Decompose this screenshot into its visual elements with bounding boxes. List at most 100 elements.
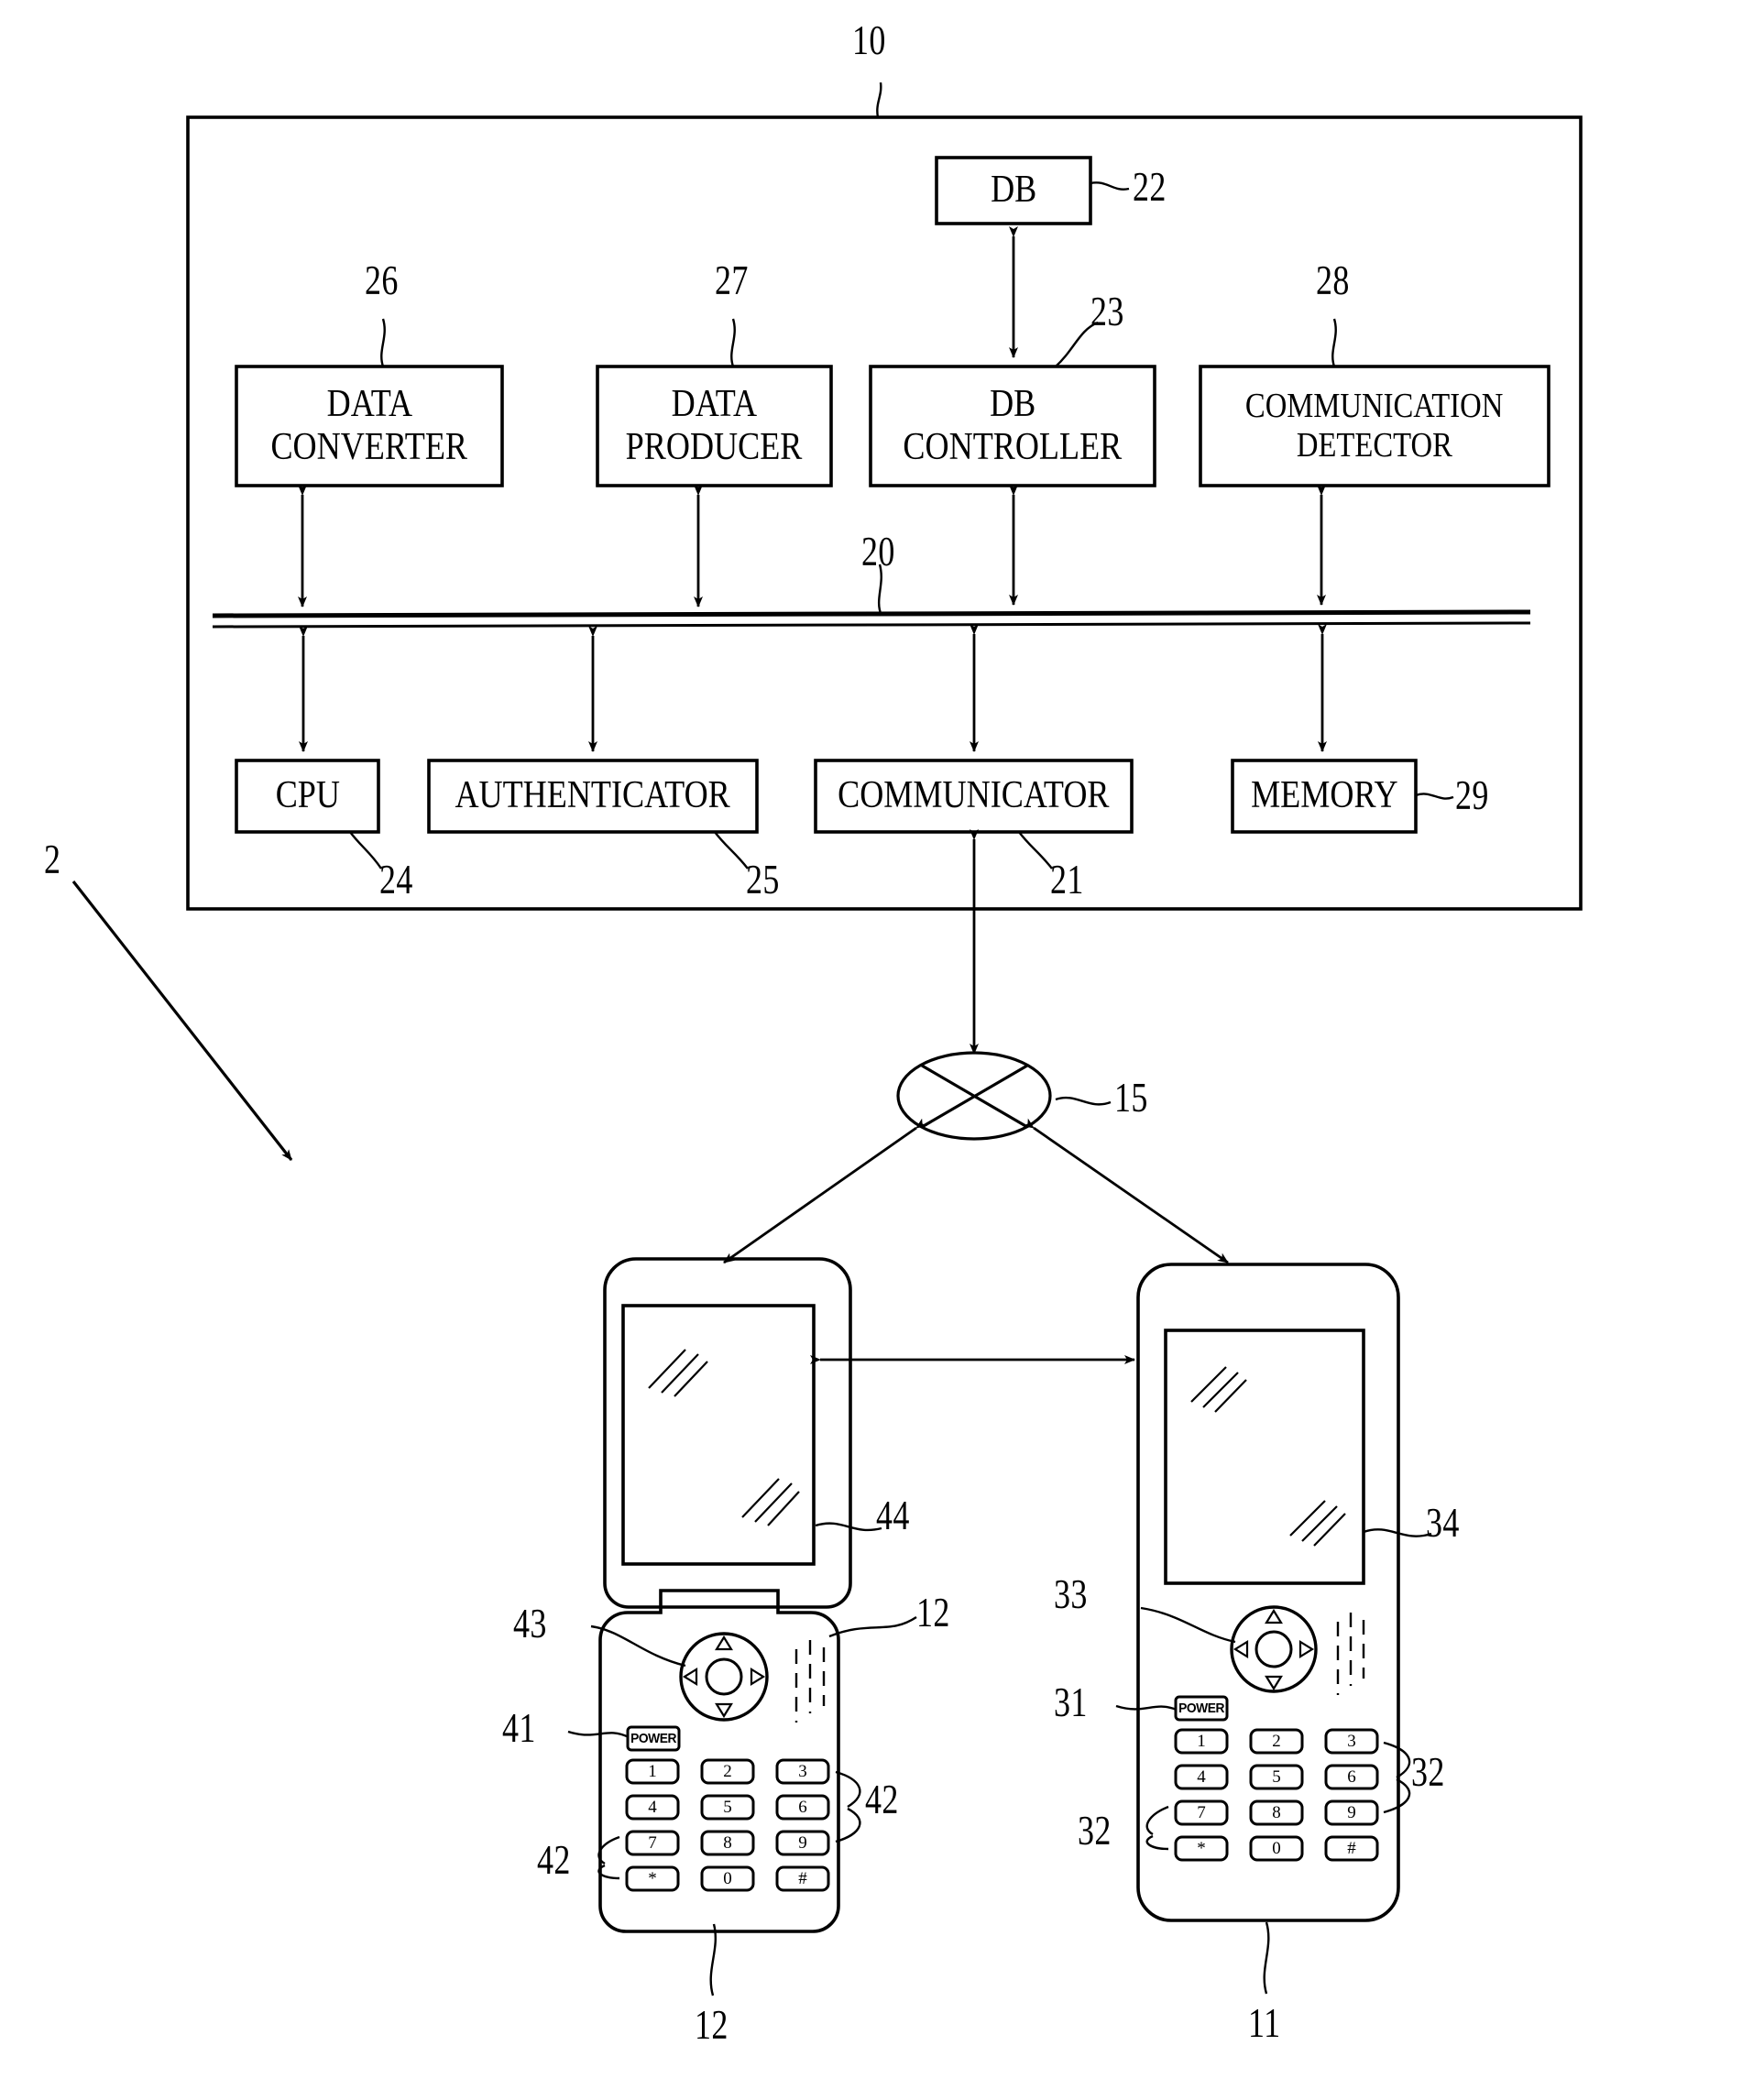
block-label-db-controller: DB CONTROLLER: [871, 366, 1155, 486]
ref-44: 44: [876, 1493, 910, 1538]
communicator-label-text: COMMUNICATOR: [838, 774, 1110, 817]
flipphone-key-star[interactable]: *: [627, 1867, 678, 1890]
barphone-key-3[interactable]: 3: [1326, 1730, 1377, 1753]
leader-42-left-a: [597, 1835, 620, 1865]
flipphone-key-8[interactable]: 8: [702, 1832, 753, 1854]
leader-12-top: [828, 1616, 917, 1638]
flipphone-key-0[interactable]: 0: [702, 1867, 753, 1890]
barphone-navpad-right-arrow: [1298, 1640, 1315, 1658]
flipphone-key-7[interactable]: 7: [627, 1832, 678, 1854]
barphone-navpad-up-arrow: [1265, 1608, 1283, 1624]
data-converter-line1: DATA: [326, 382, 412, 425]
flipphone-navpad-outer: [679, 1632, 769, 1722]
barphone-key-7[interactable]: 7: [1176, 1801, 1227, 1824]
flipphone-key-9[interactable]: 9: [777, 1832, 828, 1854]
leader-43: [590, 1624, 686, 1668]
leader-32-right-b: [1383, 1777, 1411, 1814]
barphone-key-1[interactable]: 1: [1176, 1730, 1227, 1753]
data-producer-line1: DATA: [671, 382, 758, 425]
leader-10: [876, 82, 882, 118]
block-label-authenticator: AUTHENTICATOR: [429, 760, 757, 832]
flipphone-navpad-up-arrow: [715, 1635, 733, 1651]
ref-41: 41: [502, 1705, 536, 1751]
leader-32-left-b: [1145, 1834, 1169, 1851]
leader-25: [714, 831, 749, 870]
leader-22: [1090, 181, 1130, 191]
leader-15: [1055, 1096, 1112, 1106]
barphone-key-4[interactable]: 4: [1176, 1766, 1227, 1788]
barphone-key-2[interactable]: 2: [1251, 1730, 1302, 1753]
barphone-display: [1164, 1329, 1365, 1585]
flipphone-key-hash[interactable]: #: [777, 1867, 828, 1890]
ref-22: 22: [1133, 164, 1167, 210]
ref-2: 2: [44, 837, 61, 882]
flipphone-navpad-down-arrow: [715, 1702, 733, 1719]
communication-detector-line1: COMMUNICATION: [1245, 387, 1504, 426]
flipphone-power-text: POWER: [630, 1731, 676, 1746]
ref-42-right: 42: [865, 1777, 899, 1822]
memory-label-text: MEMORY: [1250, 774, 1398, 817]
ref-32-left: 32: [1078, 1808, 1112, 1854]
flipphone-display-glare-bottom: [741, 1478, 800, 1526]
leader-42-left-b: [597, 1864, 620, 1880]
barphone-decor-lines: [1336, 1613, 1365, 1695]
bus-line-top: [212, 609, 1531, 618]
leader-26: [380, 318, 386, 367]
flipphone-display-glare-top: [648, 1349, 708, 1397]
authenticator-label-text: AUTHENTICATOR: [455, 774, 731, 817]
ref-26: 26: [365, 257, 399, 303]
leader-41: [567, 1730, 630, 1739]
ref-29: 29: [1455, 772, 1489, 818]
ref-24: 24: [379, 857, 413, 902]
barphone-key-star[interactable]: *: [1176, 1837, 1227, 1860]
db-controller-line2: CONTROLLER: [903, 426, 1123, 468]
arrow-network-barphone: [1023, 1118, 1229, 1264]
ref-27: 27: [715, 257, 749, 303]
db-box-label: DB: [937, 158, 1090, 224]
flipphone-key-6[interactable]: 6: [777, 1796, 828, 1819]
ref-43: 43: [513, 1601, 547, 1646]
barphone-power-key-label[interactable]: POWER: [1176, 1697, 1227, 1720]
db-controller-line1: DB: [989, 382, 1036, 425]
barphone-navpad-down-arrow: [1265, 1675, 1283, 1691]
barphone-key-6[interactable]: 6: [1326, 1766, 1377, 1788]
arrow-network-flipphone: [723, 1118, 927, 1264]
block-label-memory: MEMORY: [1233, 760, 1416, 832]
ref-34: 34: [1426, 1500, 1460, 1546]
patent-figure-canvas: 10 2 22 26 27 23 28 20 24 25 21 29 15 43…: [0, 0, 1764, 2100]
communication-detector-line2: DETECTOR: [1296, 426, 1453, 465]
flipphone-key-3[interactable]: 3: [777, 1760, 828, 1783]
leader-32-left-a: [1145, 1805, 1169, 1836]
ref-25: 25: [746, 857, 780, 902]
leader-44: [815, 1522, 882, 1532]
barphone-key-9[interactable]: 9: [1326, 1801, 1377, 1824]
barphone-key-hash[interactable]: #: [1326, 1837, 1377, 1860]
barphone-display-glare-bottom: [1289, 1500, 1346, 1547]
bus-line-bottom: [212, 621, 1531, 629]
flipphone-key-2[interactable]: 2: [702, 1760, 753, 1783]
leader-21: [1018, 831, 1053, 870]
ref-23: 23: [1090, 289, 1124, 334]
leader-32-right-a: [1383, 1741, 1411, 1779]
flipphone-key-1[interactable]: 1: [627, 1760, 678, 1783]
barphone-key-0[interactable]: 0: [1251, 1837, 1302, 1860]
arrow-overall-2: [71, 880, 293, 1161]
leader-24: [349, 831, 382, 870]
barphone-key-5[interactable]: 5: [1251, 1766, 1302, 1788]
flipphone-power-key-label[interactable]: POWER: [628, 1727, 679, 1750]
block-label-communicator: COMMUNICATOR: [816, 760, 1132, 832]
ref-28: 28: [1316, 257, 1350, 303]
ref-20: 20: [861, 529, 895, 574]
flipphone-key-4[interactable]: 4: [627, 1796, 678, 1819]
db-label-text: DB: [990, 169, 1037, 212]
cpu-label-text: CPU: [275, 774, 340, 817]
flipphone-decor-lines: [794, 1640, 826, 1723]
barphone-display-glare-top: [1190, 1366, 1247, 1413]
leader-12-bottom: [709, 1923, 718, 1996]
ref-31: 31: [1054, 1679, 1088, 1725]
leader-27: [730, 318, 736, 367]
flipphone-key-5[interactable]: 5: [702, 1796, 753, 1819]
barphone-key-8[interactable]: 8: [1251, 1801, 1302, 1824]
ref-12-bottom: 12: [695, 2002, 729, 2048]
block-label-data-producer: DATA PRODUCER: [597, 366, 831, 486]
